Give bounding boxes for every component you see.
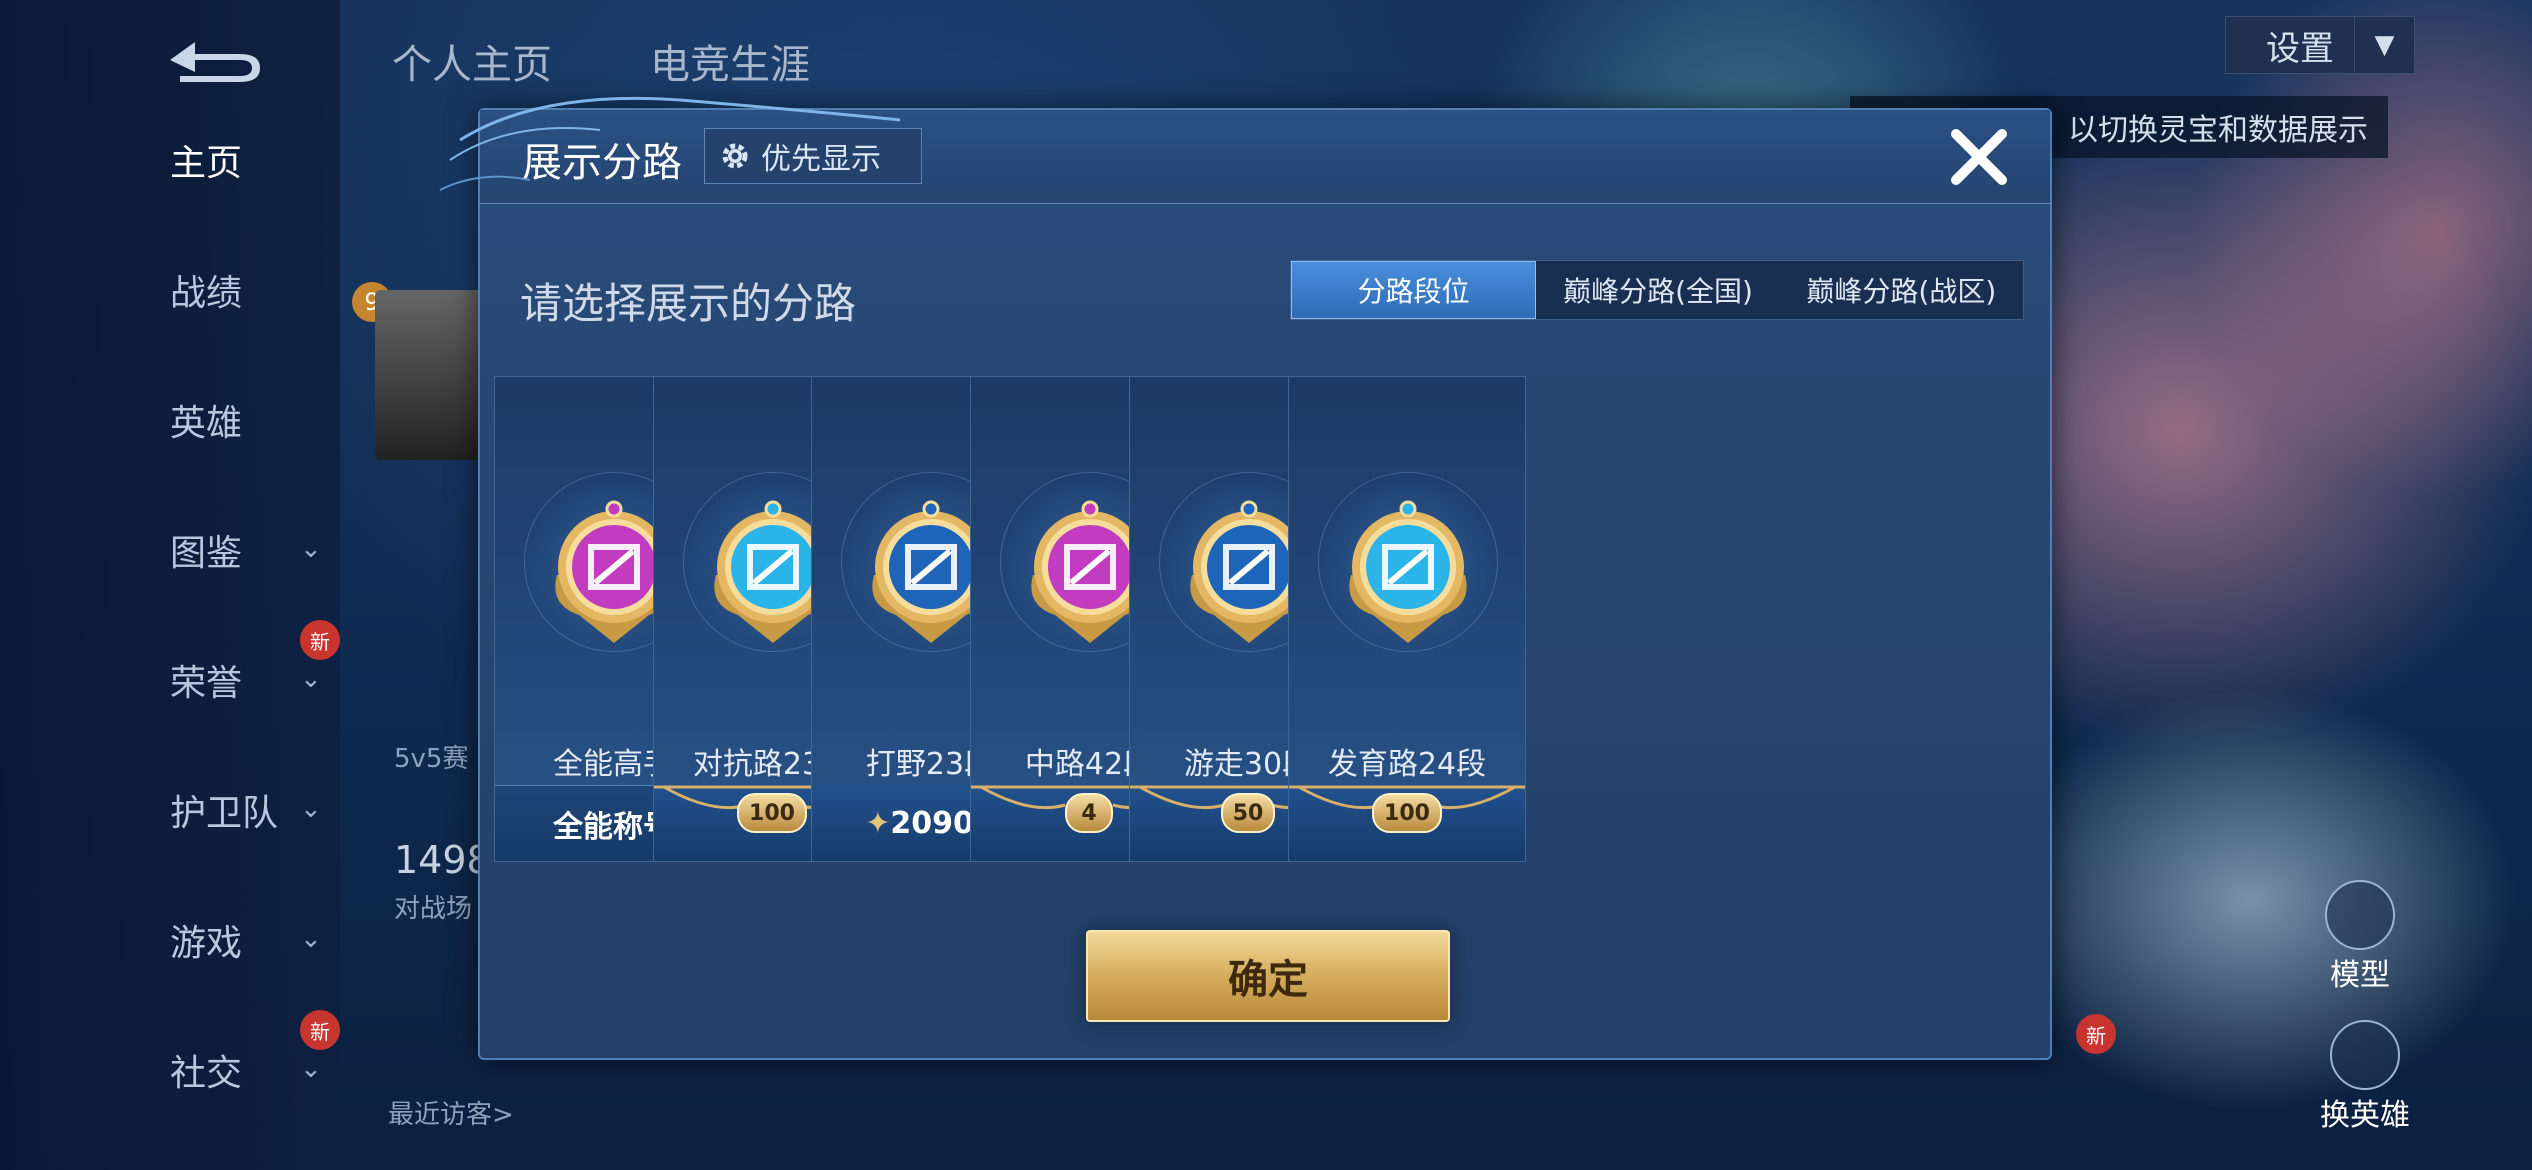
lane-display-dialog: 展示分路 优先显示 请选择展示的分路 分路段位 巅峰分路(全国) 巅峰分路(战区… xyxy=(478,108,2052,1060)
priority-label: 优先显示 xyxy=(761,142,881,177)
confirm-label: 确定 xyxy=(1228,957,1308,1003)
sidebar-item-label: 游戏 xyxy=(170,923,243,964)
sidebar-item-3[interactable]: 图鉴 xyxy=(120,515,320,585)
star-count-badge: 4 xyxy=(1065,793,1113,833)
dialog-header: 展示分路 优先显示 xyxy=(480,110,2050,204)
chevron-down-icon: ⌄ xyxy=(300,534,322,564)
stat-label: 对战场 xyxy=(394,894,473,924)
tab-esports-career[interactable]: 电竞生涯 xyxy=(650,32,810,90)
recent-visitors-link[interactable]: 最近访客> xyxy=(388,1094,514,1131)
sidebar-item-label: 战绩 xyxy=(170,273,243,314)
sidebar-item-label: 荣誉 xyxy=(170,663,243,704)
sidebar: 主页 战绩 英雄 图鉴 ⌄ 荣誉 ⌄ 新护卫队 ⌄ 游戏 ⌄ 社交 ⌄ 新 xyxy=(0,0,340,1170)
rank-emblem-icon xyxy=(1349,500,1467,643)
new-badge: 新 xyxy=(300,1010,340,1050)
sidebar-item-5[interactable]: 护卫队 xyxy=(120,775,320,845)
chevron-down-icon: ⌄ xyxy=(300,664,322,694)
model-button[interactable]: 模型 xyxy=(2300,880,2420,994)
confirm-button[interactable]: 确定 xyxy=(1086,930,1450,1022)
new-badge: 新 xyxy=(300,620,340,660)
tab-lane-rank[interactable]: 分路段位 xyxy=(1291,261,1537,319)
sidebar-item-2[interactable]: 英雄 xyxy=(120,385,320,455)
star-count-badge: 100 xyxy=(1372,793,1442,833)
chevron-down-icon: ⌄ xyxy=(300,924,322,954)
settings-label: 设置 xyxy=(2266,28,2334,69)
settings-button[interactable]: 设置 ▼ xyxy=(2225,16,2415,74)
tab-peak-region[interactable]: 巅峰分路(战区) xyxy=(1780,261,2023,319)
stat-number: 1498 xyxy=(394,838,491,882)
chevron-down-icon[interactable]: ▼ xyxy=(2354,17,2414,73)
model-label: 模型 xyxy=(2330,958,2390,993)
star-count-badge: 100 xyxy=(737,793,807,833)
switch-hero-label: 换英雄 xyxy=(2320,1098,2410,1133)
chevron-down-icon: ⌄ xyxy=(300,1054,322,1084)
sidebar-item-4[interactable]: 荣誉 xyxy=(120,645,320,715)
sidebar-item-label: 英雄 xyxy=(170,403,243,444)
dialog-subtitle: 请选择展示的分路 xyxy=(520,279,857,328)
lane-name: 发育路24段 xyxy=(1327,747,1487,782)
switch-hero-icon xyxy=(2330,1020,2400,1090)
model-icon xyxy=(2325,880,2395,950)
sidebar-item-label: 社交 xyxy=(170,1053,243,1094)
sidebar-item-label: 图鉴 xyxy=(170,533,243,574)
hint-text: 以切换灵宝和数据展示 xyxy=(2068,113,2368,148)
gear-icon xyxy=(722,143,748,169)
sidebar-item-1[interactable]: 战绩 xyxy=(120,255,320,325)
star-count-badge: 50 xyxy=(1220,793,1276,833)
sidebar-item-7[interactable]: 社交 xyxy=(120,1035,320,1105)
mode-label: 5v5赛 xyxy=(394,744,469,774)
sidebar-item-0[interactable]: 主页 xyxy=(120,125,320,195)
tab-profile[interactable]: 个人主页 xyxy=(392,32,552,90)
avatar[interactable] xyxy=(375,290,485,460)
new-badge-text: 新 xyxy=(2086,1023,2106,1048)
chevron-down-icon: ⌄ xyxy=(300,794,322,824)
points-icon: ✦ xyxy=(865,805,891,841)
tab-peak-national[interactable]: 巅峰分路(全国) xyxy=(1536,261,1779,319)
switch-hero-button[interactable]: 换英雄 xyxy=(2300,1020,2430,1134)
sidebar-item-6[interactable]: 游戏 xyxy=(120,905,320,975)
lane-footer: 100 xyxy=(1289,785,1525,861)
segment-control: 分路段位 巅峰分路(全国) 巅峰分路(战区) xyxy=(1290,260,2024,320)
sidebar-item-label: 护卫队 xyxy=(170,793,279,834)
back-icon[interactable] xyxy=(160,30,270,90)
lane-card[interactable]: 发育路24段 100 xyxy=(1288,376,1526,862)
dialog-title: 展示分路 xyxy=(522,140,682,186)
priority-display-button[interactable]: 优先显示 xyxy=(704,128,922,184)
close-icon[interactable] xyxy=(1946,124,2012,190)
new-badge: 新 xyxy=(2076,1014,2116,1054)
sidebar-item-label: 主页 xyxy=(170,143,243,184)
